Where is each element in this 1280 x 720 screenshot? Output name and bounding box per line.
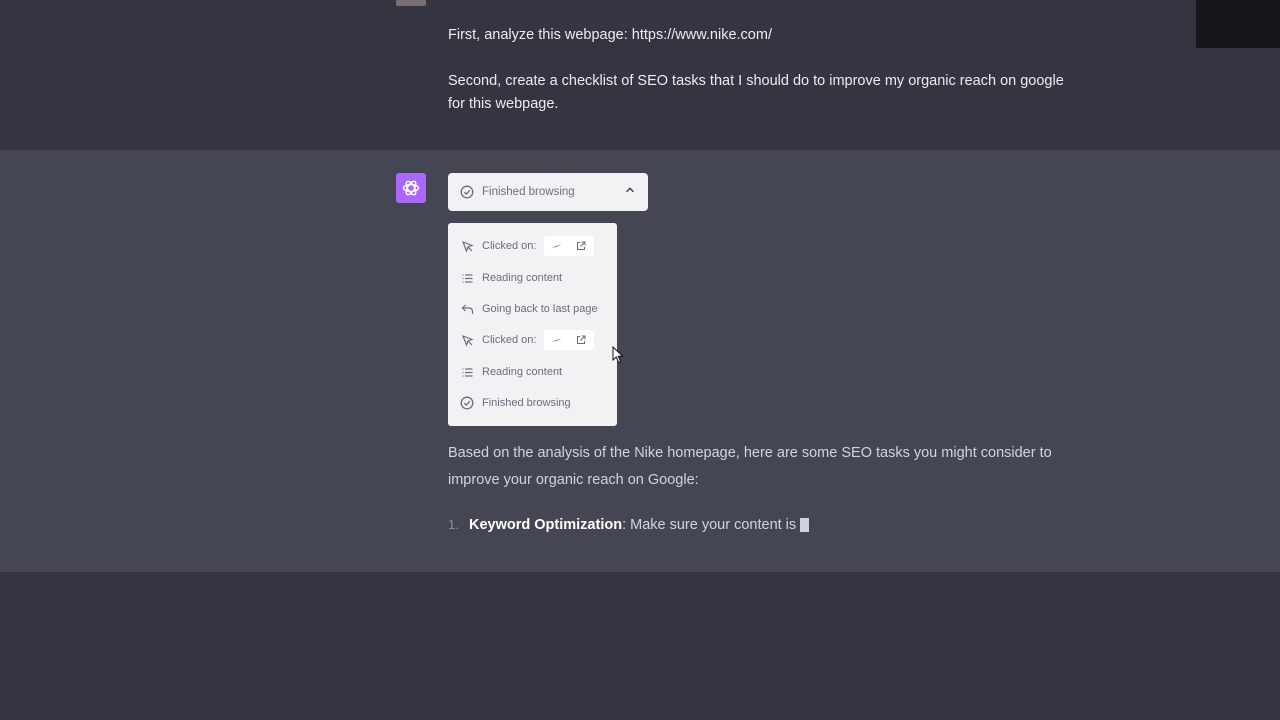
assistant-message-block: Finished browsing Clicked on: Reading co… (0, 150, 1280, 572)
list-item-text: : Make sure your content is (622, 517, 797, 533)
nike-swoosh-icon (552, 337, 562, 343)
chat-page: First, analyze this webpage: https://www… (0, 0, 1280, 720)
browsing-steps-panel: Clicked on: Reading content Going back t… (448, 223, 617, 426)
clicked-link-chip[interactable] (544, 236, 595, 256)
nike-swoosh-icon (552, 243, 562, 249)
chevron-up-icon[interactable] (624, 184, 636, 199)
browse-step-clicked: Clicked on: (460, 330, 595, 350)
external-link-icon[interactable] (576, 335, 586, 345)
check-circle-icon (460, 396, 474, 410)
user-message-block: First, analyze this webpage: https://www… (0, 0, 1280, 150)
user-avatar (396, 0, 426, 6)
list-icon (460, 271, 474, 285)
list-item-number: 1. (448, 517, 459, 532)
cursor-icon (460, 239, 474, 253)
browse-step-label: Clicked on: (482, 240, 537, 252)
browse-step-clicked: Clicked on: (460, 236, 595, 256)
browsing-status-toggle[interactable]: Finished browsing (448, 173, 648, 211)
list-item-title: Keyword Optimization (469, 517, 623, 533)
video-overlay-corner (1196, 0, 1280, 48)
chat-bottom-area (0, 572, 1280, 720)
assistant-answer-intro: Based on the analysis of the Nike homepa… (448, 445, 1052, 488)
browse-step-label: Reading content (482, 366, 563, 378)
user-message-line1: First, analyze this webpage: https://www… (448, 27, 772, 43)
typing-cursor (800, 518, 810, 532)
browsing-status-label: Finished browsing (482, 186, 575, 198)
browse-step-label: Going back to last page (482, 303, 598, 315)
browse-step-label: Reading content (482, 272, 563, 284)
browse-step-label: Clicked on: (482, 334, 537, 346)
cursor-icon (460, 333, 474, 347)
chatgpt-logo-icon (396, 173, 426, 203)
browse-step-back: Going back to last page (460, 299, 598, 319)
user-message-line2: Second, create a checklist of SEO tasks … (448, 73, 1064, 112)
answer-list-item: 1. Keyword Optimization : Make sure your… (448, 514, 1088, 536)
mouse-pointer-icon (612, 345, 624, 369)
browse-step-finished: Finished browsing (460, 393, 571, 413)
check-circle-icon (460, 185, 474, 199)
browse-step-label: Finished browsing (482, 397, 571, 409)
external-link-icon[interactable] (576, 241, 586, 251)
back-arrow-icon (460, 302, 474, 316)
browse-step-reading: Reading content (460, 268, 562, 288)
list-icon (460, 365, 474, 379)
browse-step-reading: Reading content (460, 362, 562, 382)
clicked-link-chip[interactable] (544, 330, 595, 350)
